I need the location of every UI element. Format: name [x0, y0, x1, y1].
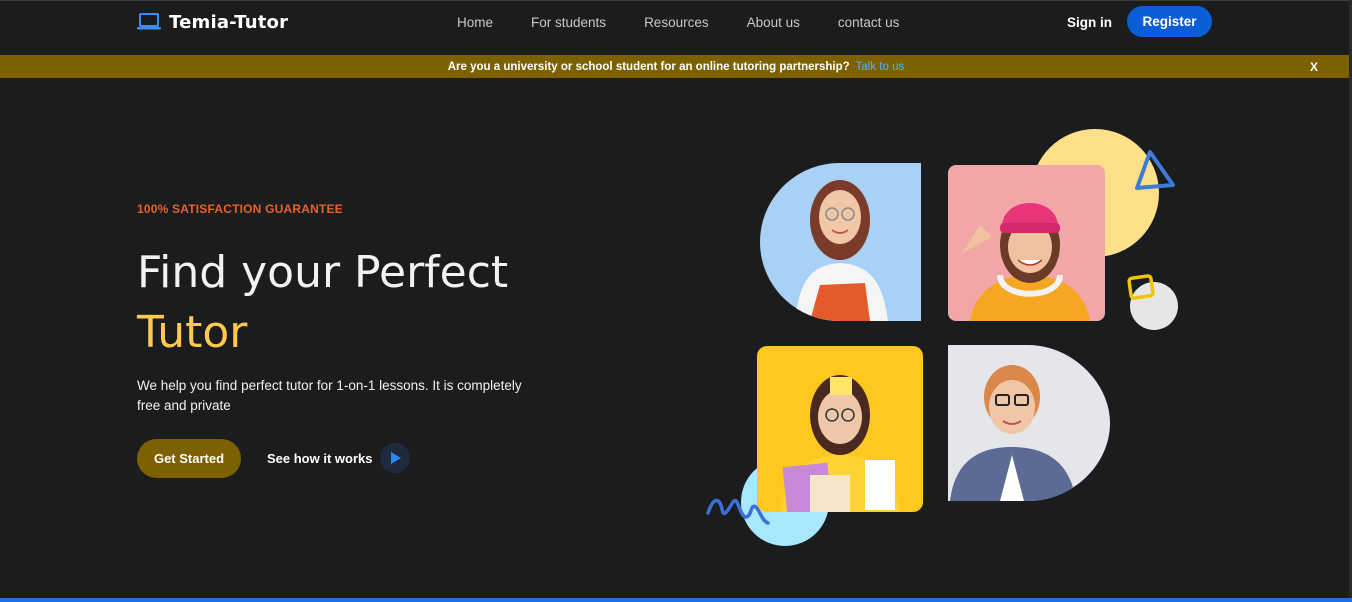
tutors-illustration — [706, 129, 1178, 546]
see-how-label: See how it works — [267, 450, 373, 466]
brand-logo[interactable]: Temia-Tutor — [137, 10, 288, 34]
signin-link[interactable]: Sign in — [1067, 15, 1112, 30]
hero-description: We help you find perfect tutor for 1-on-… — [137, 378, 522, 413]
hero-title-line1: Find your Perfect — [137, 247, 509, 298]
nav-link-about-us[interactable]: About us — [747, 15, 800, 30]
banner-talk-link[interactable]: Talk to us — [856, 61, 905, 73]
hero-title-accent: Tutor — [137, 307, 248, 358]
laptop-icon — [137, 13, 161, 30]
nav-link-home[interactable]: Home — [457, 15, 493, 30]
tutor-photo-2 — [948, 165, 1105, 321]
hero-tagline: 100% SATISFACTION GUARANTEE — [137, 202, 343, 216]
tutor-photo-3 — [757, 346, 923, 512]
see-how-it-works-link[interactable]: See how it works — [267, 443, 411, 473]
tutor-photo-4 — [948, 345, 1110, 501]
nav-link-resources[interactable]: Resources — [644, 15, 709, 30]
brand-name: Temia-Tutor — [169, 11, 289, 33]
play-icon — [391, 452, 402, 464]
play-button[interactable] — [380, 443, 411, 473]
nav-link-for-students[interactable]: For students — [531, 15, 606, 30]
nav-link-contact-us[interactable]: contact us — [838, 15, 900, 30]
tutor-photo-1 — [760, 163, 921, 321]
banner-close-button[interactable]: X — [1310, 60, 1318, 74]
navbar: Temia-Tutor Home For students Resources … — [0, 0, 1352, 55]
hero-title: Find your Perfect Tutor — [137, 243, 508, 363]
register-button[interactable]: Register — [1127, 6, 1212, 37]
get-started-button[interactable]: Get Started — [137, 439, 241, 478]
banner-text: Are you a university or school student f… — [447, 60, 850, 73]
section-divider — [0, 598, 1352, 602]
nav-links: Home For students Resources About us con… — [457, 15, 899, 30]
promo-banner: Are you a university or school student f… — [0, 55, 1352, 78]
